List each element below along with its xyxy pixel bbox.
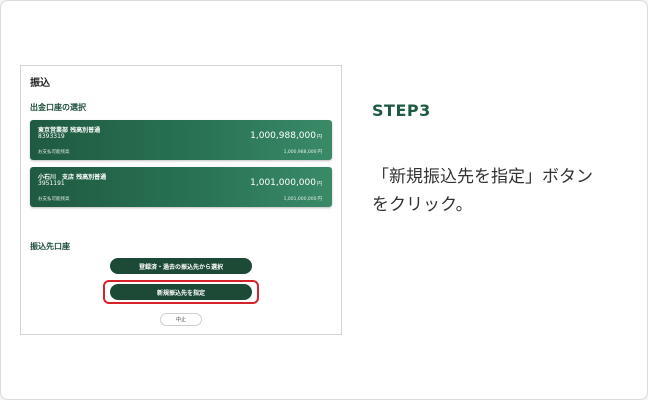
select-registered-destination-button[interactable]: 登録済・過去の振込先から選択 [110,258,252,274]
available-value: 1,000,988,000 [283,150,317,155]
account-balance: 1,000,988,000円 [250,131,322,141]
account-card-2[interactable]: 小石川 支店 残高別普通 3951191 1,001,000,000円 お支払可… [30,167,332,207]
account-number: 8393319 [38,133,65,140]
yen-unit: 円 [317,150,323,155]
available-label: お支払可能残高 [38,197,70,202]
source-account-heading: 出金口座の選択 [30,103,86,112]
balance-value: 1,000,988,000 [250,131,316,141]
app-screen: 振込 出金口座の選択 東京営業部 残高別普通 8393319 1,000,988… [20,65,342,335]
balance-value: 1,001,000,000 [250,178,316,188]
page-title: 振込 [30,78,50,89]
yen-unit: 円 [317,197,323,202]
new-destination-button[interactable]: 新規振込先を指定 [110,284,252,300]
cancel-button[interactable]: 中止 [160,313,202,326]
step-description-line2: をクリック。 [372,195,473,215]
tutorial-frame: 振込 出金口座の選択 東京営業部 残高別普通 8393319 1,000,988… [0,0,648,400]
available-value: 1,001,000,000 [283,197,317,202]
destination-account-heading: 振込先口座 [30,242,70,251]
yen-unit: 円 [316,134,322,140]
account-card-1[interactable]: 東京営業部 残高別普通 8393319 1,000,988,000円 お支払可能… [30,120,332,160]
step-description: 「新規振込先を指定」ボタン をクリック。 [372,163,593,219]
yen-unit: 円 [316,181,322,187]
step-label: STEP3 [372,101,431,120]
available-balance: 1,000,988,000円 [284,149,322,155]
available-label: お支払可能残高 [38,150,70,155]
available-balance: 1,001,000,000円 [284,196,322,202]
step-description-line1: 「新規振込先を指定」ボタン [372,167,593,187]
account-balance: 1,001,000,000円 [250,178,322,188]
account-number: 3951191 [38,180,65,187]
